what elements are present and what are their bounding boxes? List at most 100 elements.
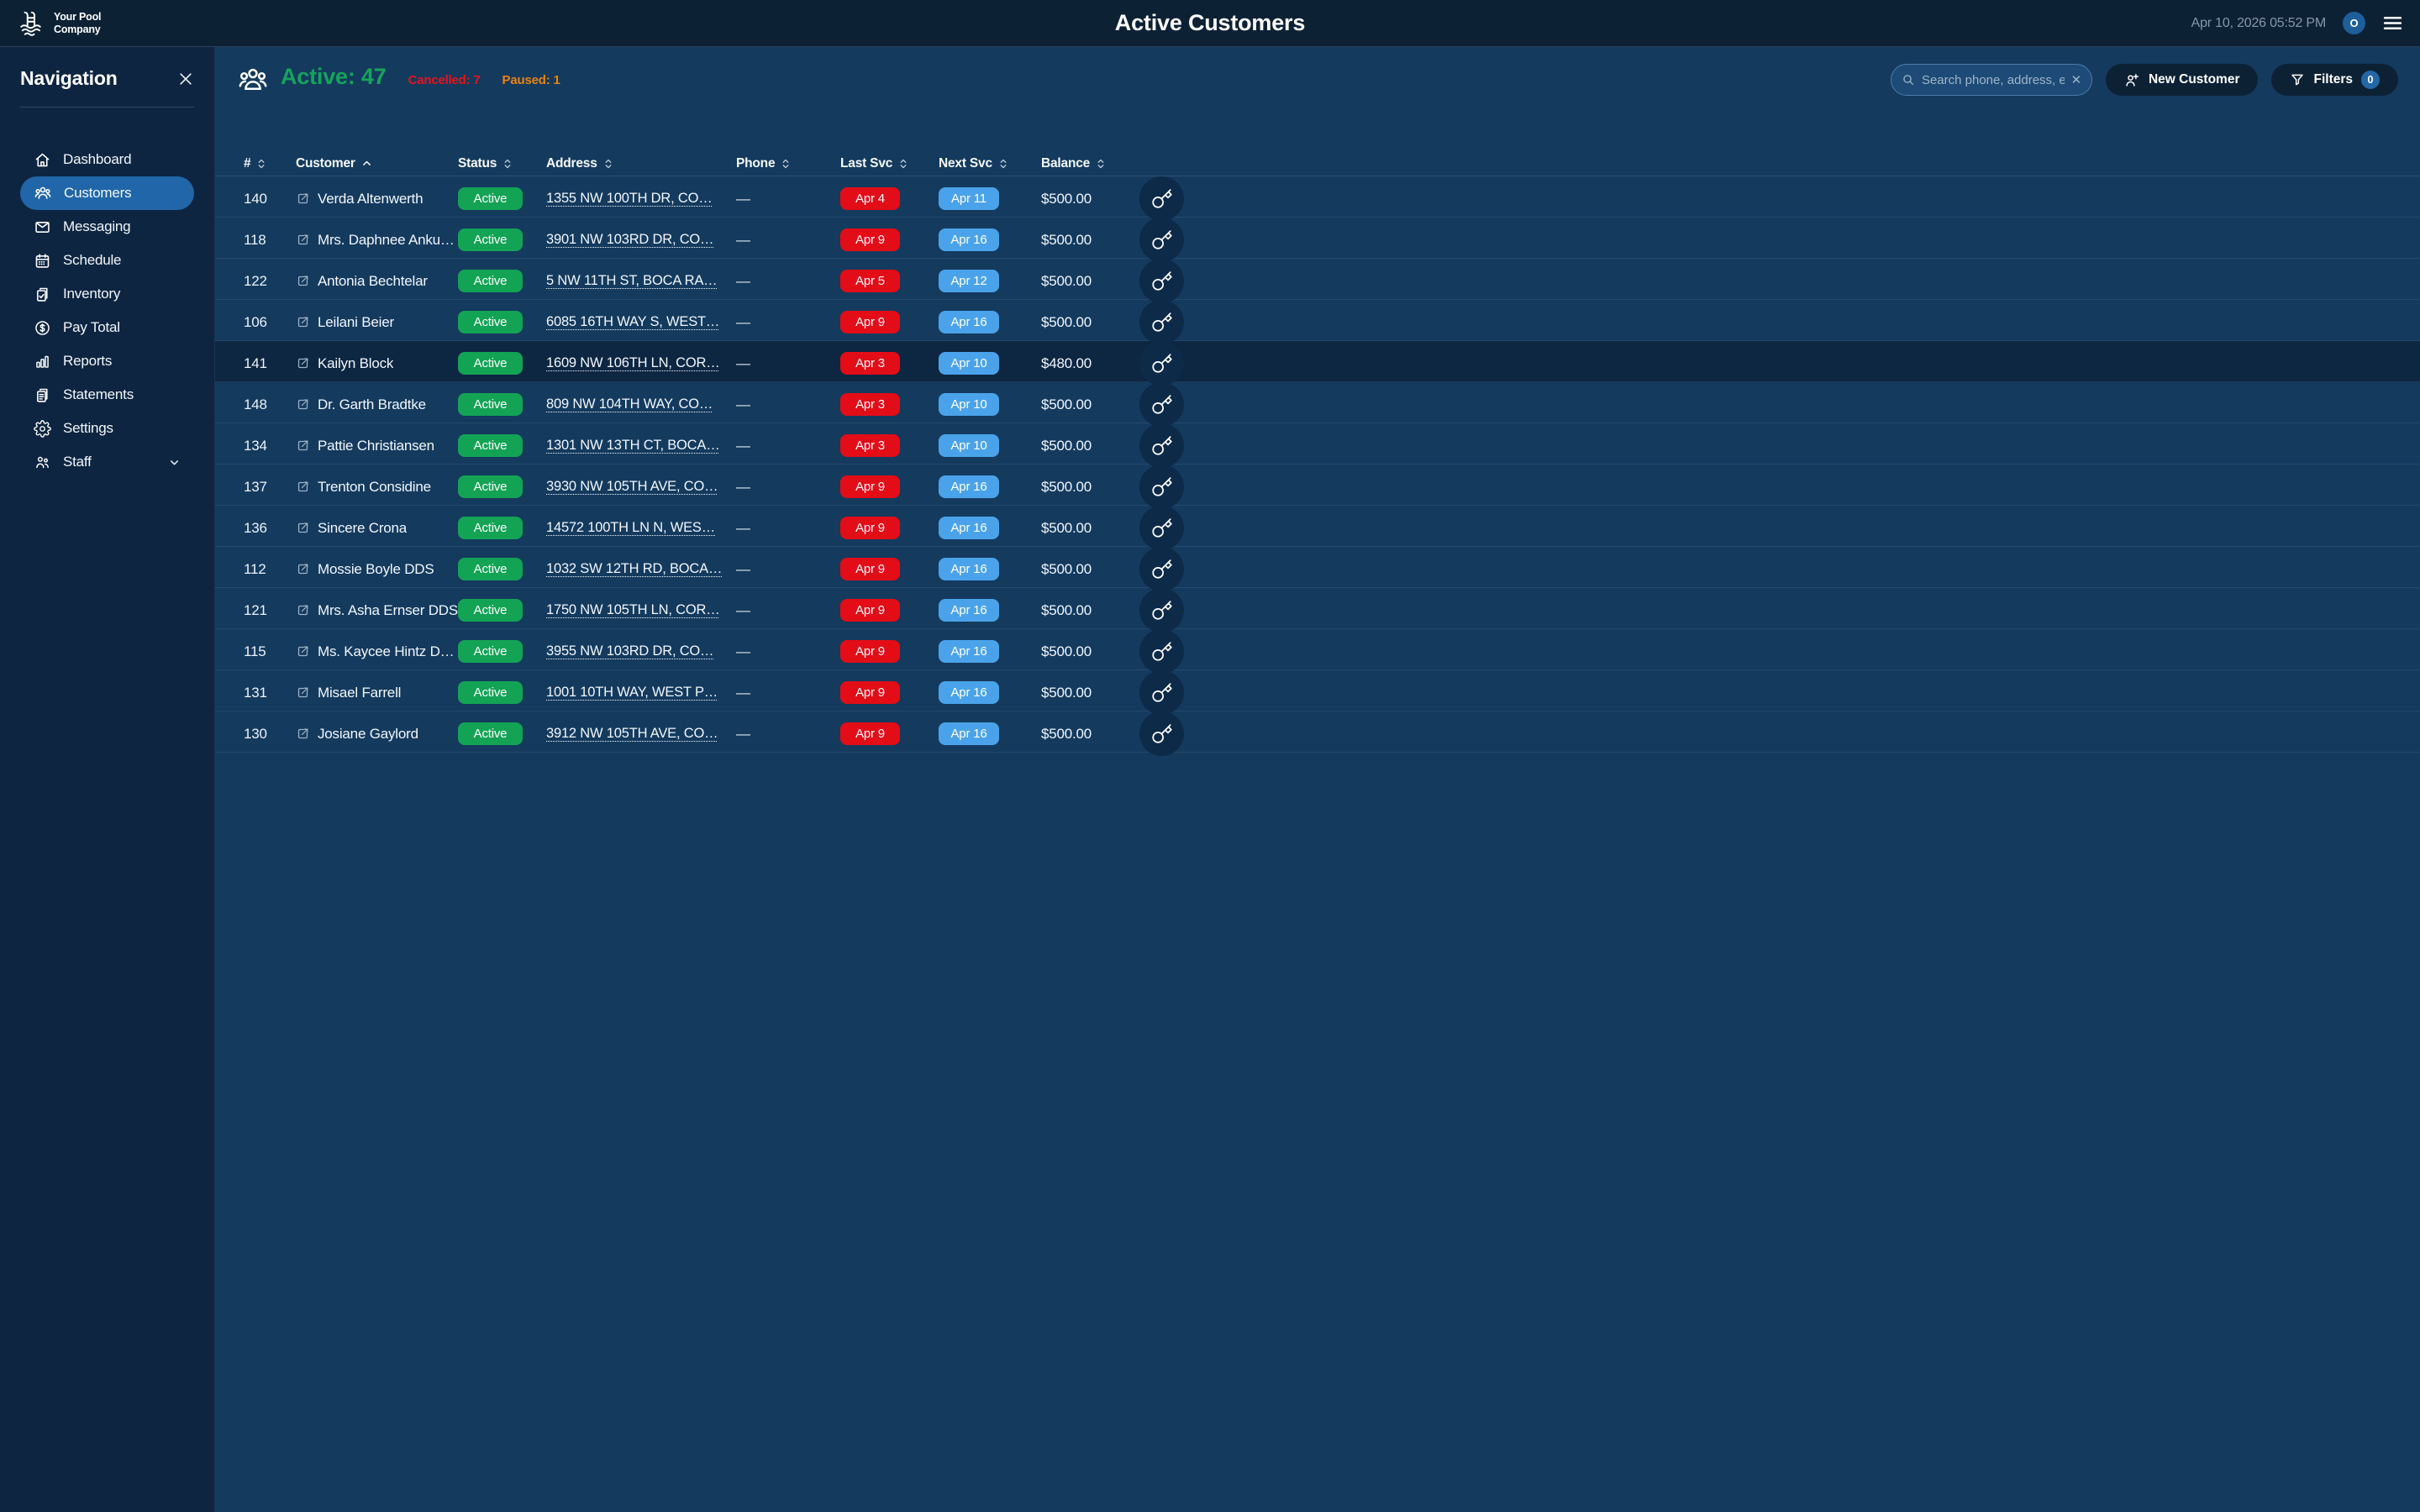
customer-name[interactable]: Ms. Kaycee Hintz D…: [318, 643, 454, 660]
address-link[interactable]: 809 NW 104TH WAY, CO…: [546, 396, 736, 412]
customer-name[interactable]: Dr. Garth Bradtke: [318, 396, 426, 413]
customer-name[interactable]: Misael Farrell: [318, 685, 401, 701]
key-action-button[interactable]: [1139, 465, 1184, 509]
table-row[interactable]: 134 Pattie Christiansen Active 1301 NW 1…: [215, 423, 2420, 465]
customer-number: 121: [244, 602, 296, 619]
column-header-address[interactable]: Address: [546, 156, 736, 171]
external-link-icon[interactable]: [296, 521, 310, 535]
external-link-icon[interactable]: [296, 438, 310, 453]
table-row[interactable]: 140 Verda Altenwerth Active 1355 NW 100T…: [215, 176, 2420, 218]
address-link[interactable]: 1609 NW 106TH LN, COR…: [546, 355, 736, 371]
sidebar-item-messaging[interactable]: Messaging: [20, 210, 194, 244]
external-link-icon[interactable]: [296, 603, 310, 617]
sidebar-item-schedule[interactable]: Schedule: [20, 244, 194, 277]
search-input[interactable]: [1922, 73, 2065, 87]
status-badge: Active: [458, 475, 523, 498]
sidebar-item-customers[interactable]: Customers: [20, 176, 194, 210]
external-link-icon[interactable]: [296, 397, 310, 412]
key-action-button[interactable]: [1139, 218, 1184, 262]
address-link[interactable]: 1001 10TH WAY, WEST P…: [546, 685, 736, 701]
key-action-button[interactable]: [1139, 341, 1184, 386]
column-header-balance[interactable]: Balance: [1041, 156, 1139, 171]
address-link[interactable]: 3955 NW 103RD DR, CO…: [546, 643, 736, 659]
customer-name[interactable]: Trenton Considine: [318, 479, 431, 496]
customer-name[interactable]: Mrs. Asha Ernser DDS: [318, 602, 458, 619]
address-link[interactable]: 5 NW 11TH ST, BOCA RA…: [546, 273, 736, 289]
key-action-button[interactable]: [1139, 588, 1184, 633]
external-link-icon[interactable]: [296, 727, 310, 741]
customer-name[interactable]: Sincere Crona: [318, 520, 407, 537]
table-row[interactable]: 118 Mrs. Daphnee Anku… Active 3901 NW 10…: [215, 218, 2420, 259]
key-action-button[interactable]: [1139, 259, 1184, 303]
customer-name[interactable]: Josiane Gaylord: [318, 726, 418, 743]
key-action-button[interactable]: [1139, 423, 1184, 468]
external-link-icon[interactable]: [296, 315, 310, 329]
column-header-number[interactable]: #: [244, 156, 296, 171]
customer-name[interactable]: Mrs. Daphnee Anku…: [318, 232, 455, 249]
address-link[interactable]: 1301 NW 13TH CT, BOCA…: [546, 438, 736, 454]
key-action-button[interactable]: [1139, 670, 1184, 715]
external-link-icon[interactable]: [296, 192, 310, 206]
sidebar-item-staff[interactable]: Staff: [20, 445, 194, 479]
customer-name[interactable]: Verda Altenwerth: [318, 191, 423, 207]
key-action-button[interactable]: [1139, 300, 1184, 344]
column-header-next-svc[interactable]: Next Svc: [939, 156, 1041, 171]
external-link-icon[interactable]: [296, 562, 310, 576]
filters-button[interactable]: Filters 0: [2271, 64, 2398, 96]
table-row[interactable]: 121 Mrs. Asha Ernser DDS Active 1750 NW …: [215, 588, 2420, 629]
dollar-icon: [34, 319, 51, 337]
search-clear-icon[interactable]: ✕: [2071, 72, 2081, 87]
table-row[interactable]: 148 Dr. Garth Bradtke Active 809 NW 104T…: [215, 382, 2420, 423]
key-action-button[interactable]: [1139, 176, 1184, 221]
table-row[interactable]: 137 Trenton Considine Active 3930 NW 105…: [215, 465, 2420, 506]
address-link[interactable]: 1032 SW 12TH RD, BOCA…: [546, 561, 736, 577]
external-link-icon[interactable]: [296, 274, 310, 288]
customer-name[interactable]: Kailyn Block: [318, 355, 393, 372]
key-action-button[interactable]: [1139, 629, 1184, 674]
key-action-button[interactable]: [1139, 506, 1184, 550]
external-link-icon[interactable]: [296, 644, 310, 659]
address-link[interactable]: 3901 NW 103RD DR, CO…: [546, 232, 736, 248]
customer-name[interactable]: Pattie Christiansen: [318, 438, 434, 454]
customer-name[interactable]: Mossie Boyle DDS: [318, 561, 434, 578]
sidebar-item-inventory[interactable]: Inventory: [20, 277, 194, 311]
next-svc-badge: Apr 16: [939, 681, 999, 704]
table-row[interactable]: 130 Josiane Gaylord Active 3912 NW 105TH…: [215, 711, 2420, 753]
customer-name[interactable]: Antonia Bechtelar: [318, 273, 428, 290]
close-icon[interactable]: [177, 71, 194, 87]
table-row[interactable]: 112 Mossie Boyle DDS Active 1032 SW 12TH…: [215, 547, 2420, 588]
calendar-icon: [34, 252, 51, 270]
column-header-customer[interactable]: Customer: [296, 156, 458, 171]
table-row[interactable]: 136 Sincere Crona Active 14572 100TH LN …: [215, 506, 2420, 547]
table-row[interactable]: 141 Kailyn Block Active 1609 NW 106TH LN…: [215, 341, 2420, 382]
address-link[interactable]: 3912 NW 105TH AVE, CO…: [546, 726, 736, 742]
table-row[interactable]: 122 Antonia Bechtelar Active 5 NW 11TH S…: [215, 259, 2420, 300]
address-link[interactable]: 14572 100TH LN N, WES…: [546, 520, 736, 536]
avatar[interactable]: O: [2343, 12, 2365, 34]
sidebar-item-dashboard[interactable]: Dashboard: [20, 143, 194, 176]
table-row[interactable]: 106 Leilani Beier Active 6085 16TH WAY S…: [215, 300, 2420, 341]
table-row[interactable]: 131 Misael Farrell Active 1001 10TH WAY,…: [215, 670, 2420, 711]
address-link[interactable]: 3930 NW 105TH AVE, CO…: [546, 479, 736, 495]
table-row[interactable]: 115 Ms. Kaycee Hintz D… Active 3955 NW 1…: [215, 629, 2420, 670]
external-link-icon[interactable]: [296, 685, 310, 700]
sidebar-item-settings[interactable]: Settings: [20, 412, 194, 445]
new-customer-button[interactable]: New Customer: [2106, 64, 2259, 96]
key-action-button[interactable]: [1139, 382, 1184, 427]
address-link[interactable]: 6085 16TH WAY S, WEST…: [546, 314, 736, 330]
external-link-icon[interactable]: [296, 356, 310, 370]
column-header-phone[interactable]: Phone: [736, 156, 840, 171]
sidebar-item-pay-total[interactable]: Pay Total: [20, 311, 194, 344]
external-link-icon[interactable]: [296, 480, 310, 494]
hamburger-menu-icon[interactable]: [2382, 13, 2403, 34]
external-link-icon[interactable]: [296, 233, 310, 247]
sidebar-item-statements[interactable]: Statements: [20, 378, 194, 412]
key-action-button[interactable]: [1139, 547, 1184, 591]
key-action-button[interactable]: [1139, 711, 1184, 756]
address-link[interactable]: 1750 NW 105TH LN, COR…: [546, 602, 736, 618]
sidebar-item-reports[interactable]: Reports: [20, 344, 194, 378]
column-header-last-svc[interactable]: Last Svc: [840, 156, 939, 171]
column-header-status[interactable]: Status: [458, 156, 546, 171]
customer-name[interactable]: Leilani Beier: [318, 314, 394, 331]
address-link[interactable]: 1355 NW 100TH DR, CO…: [546, 191, 736, 207]
